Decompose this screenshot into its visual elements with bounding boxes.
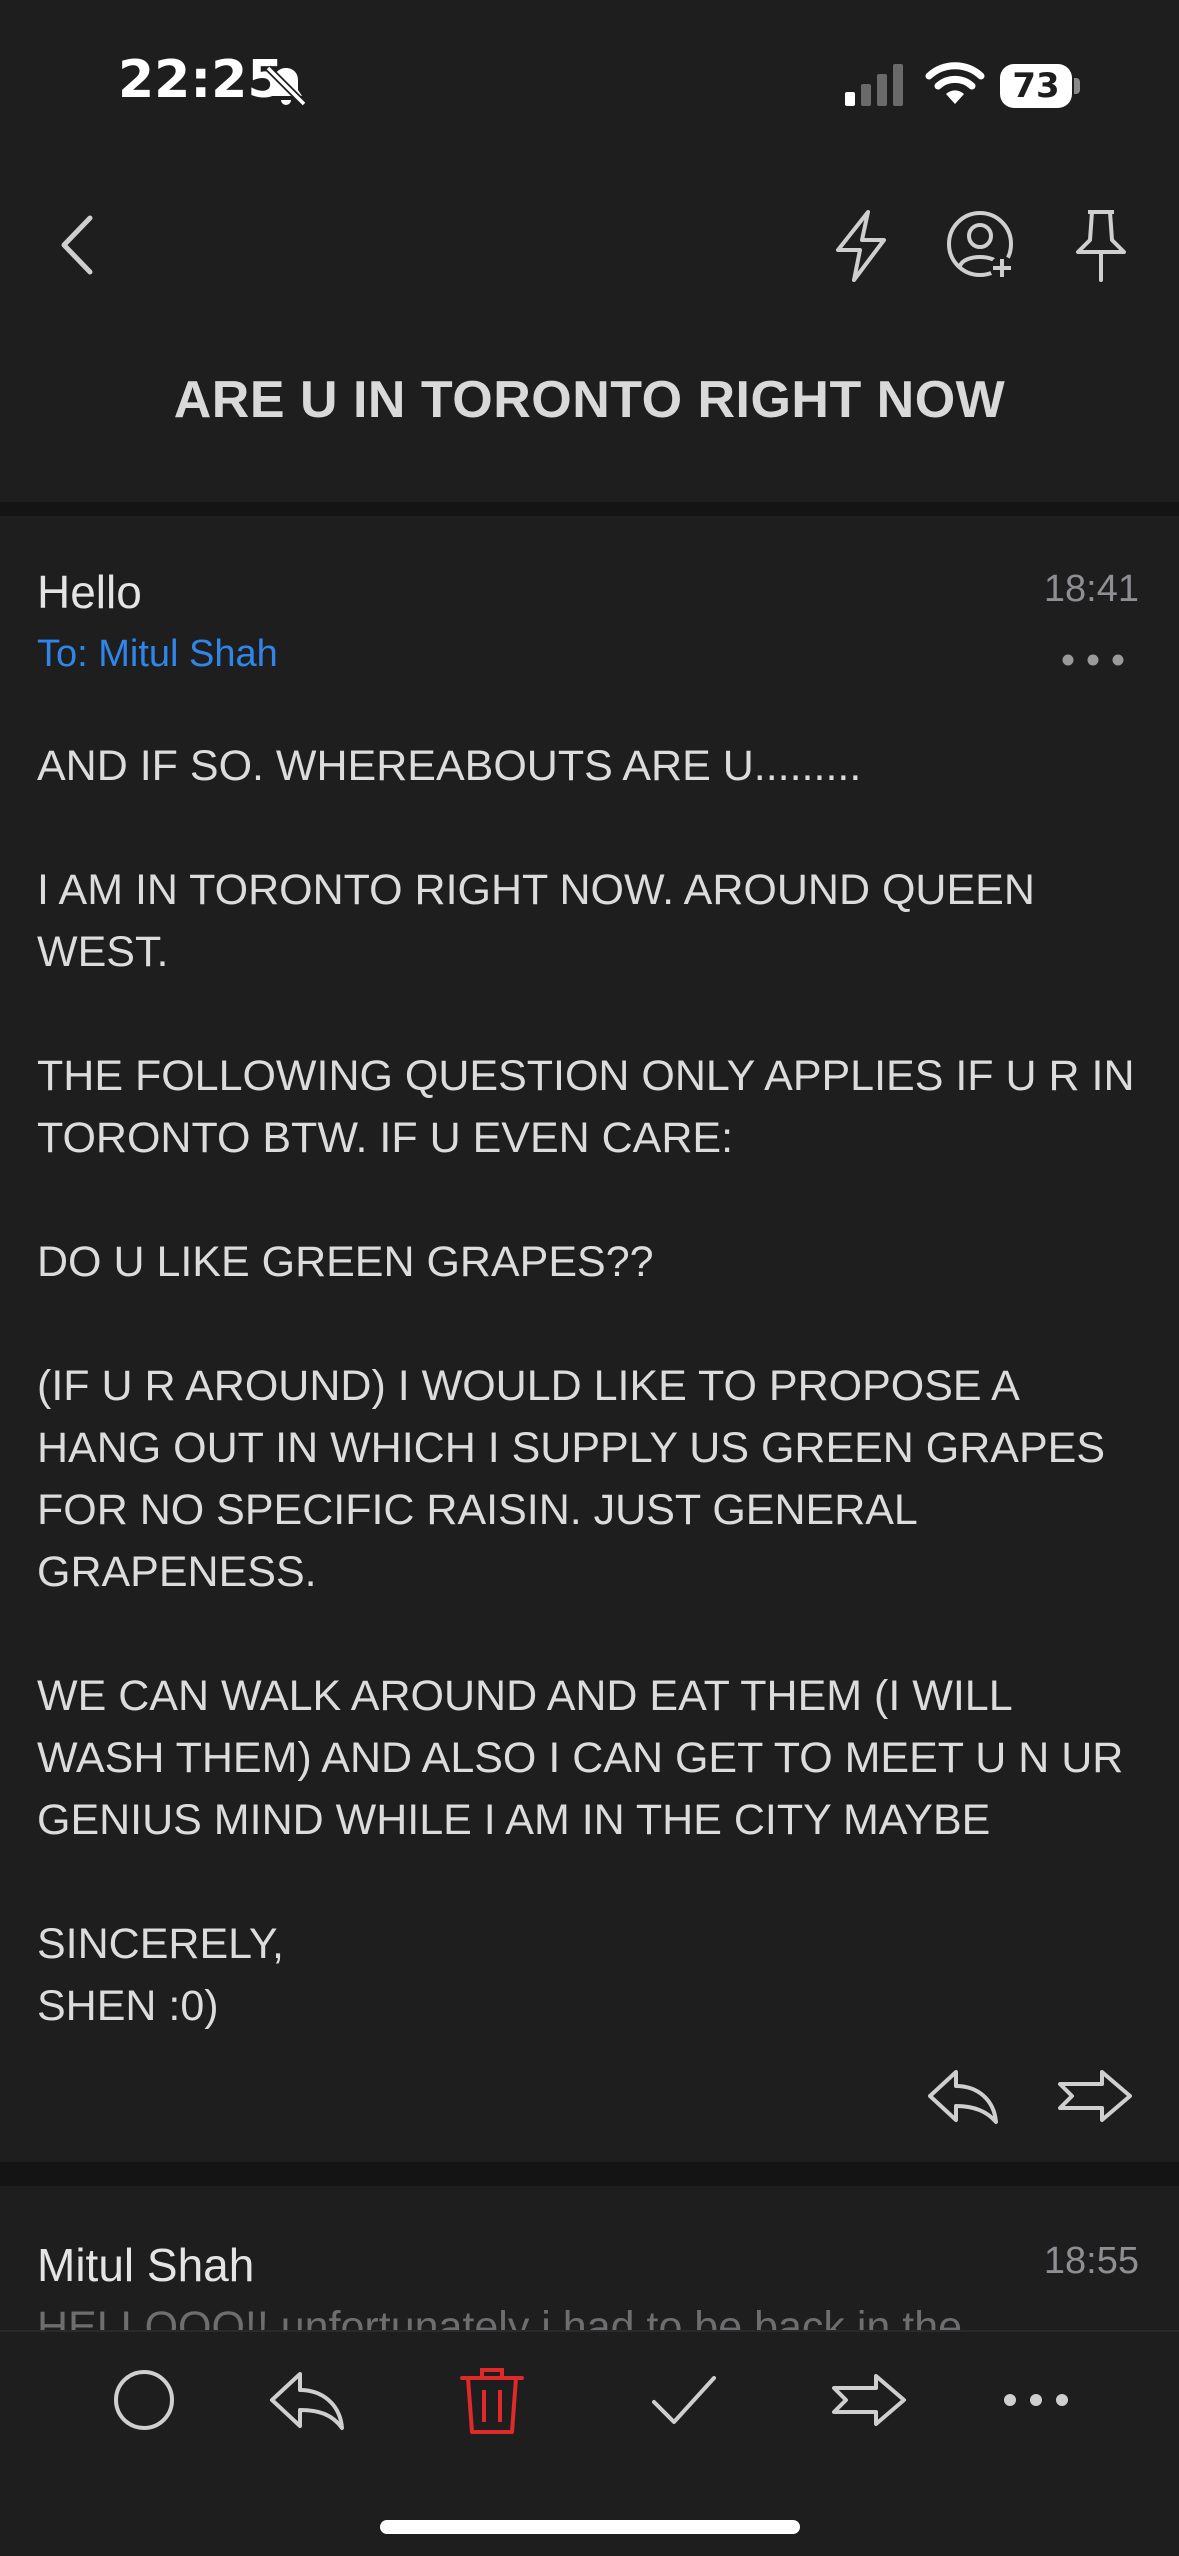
body-paragraph: (IF U R AROUND) I WOULD LIKE TO PROPOSE … <box>37 1362 1106 1596</box>
thread-subject: ARE U IN TORONTO RIGHT NOW <box>173 371 1006 429</box>
body-paragraph: DO U LIKE GREEN GRAPES?? <box>37 1238 654 1286</box>
message-recipient[interactable]: To: Mitul Shah <box>37 633 278 676</box>
message-time: 18:41 <box>1043 568 1139 610</box>
email-screen: 22:25 73 ARE U IN TORONTO RIGHT NOW Hell… <box>0 0 1179 2556</box>
forward-icon[interactable] <box>828 2364 908 2436</box>
forward-icon[interactable] <box>1056 2066 1134 2126</box>
pin-icon[interactable] <box>1068 206 1134 284</box>
more-icon[interactable] <box>1058 648 1128 672</box>
battery-indicator: 73 <box>1000 64 1072 108</box>
more-icon[interactable] <box>996 2364 1076 2436</box>
circle-icon[interactable] <box>104 2364 184 2436</box>
message2-sender[interactable]: Mitul Shah <box>37 2238 254 2292</box>
cellular-signal-icon <box>845 64 903 106</box>
status-bar: 22:25 73 <box>0 0 1179 170</box>
bell-off-icon <box>265 65 307 107</box>
body-paragraph: AND IF SO. WHEREABOUTS ARE U......... <box>37 742 862 790</box>
add-contact-icon[interactable] <box>944 206 1018 284</box>
status-time: 22:25 <box>118 50 284 110</box>
message2-preview[interactable]: HELLOOO!! unfortunately i had to be back… <box>37 2296 1147 2330</box>
check-icon[interactable] <box>644 2364 724 2436</box>
body-paragraph: THE FOLLOWING QUESTION ONLY APPLIES IF U… <box>37 1052 1135 1162</box>
body-signature: SINCERELY, SHEN :0) <box>37 1920 284 2030</box>
message-sender: Hello <box>37 566 142 618</box>
message2-time: 18:55 <box>1043 2240 1139 2282</box>
home-indicator[interactable] <box>380 2520 800 2534</box>
bolt-icon[interactable] <box>826 208 896 284</box>
body-paragraph: WE CAN WALK AROUND AND EAT THEM (I WILL … <box>37 1672 1124 1844</box>
wifi-icon <box>925 62 985 104</box>
body-paragraph: I AM IN TORONTO RIGHT NOW. AROUND QUEEN … <box>37 866 1035 976</box>
chevron-left-icon[interactable] <box>52 210 102 280</box>
reply-icon[interactable] <box>266 2364 346 2436</box>
reply-icon[interactable] <box>926 2066 1000 2126</box>
message-body: AND IF SO. WHEREABOUTS ARE U......... I … <box>37 735 1147 2037</box>
thread-divider <box>0 502 1179 516</box>
trash-icon[interactable] <box>452 2364 532 2436</box>
battery-cap <box>1074 78 1080 94</box>
message-divider <box>0 2162 1179 2186</box>
